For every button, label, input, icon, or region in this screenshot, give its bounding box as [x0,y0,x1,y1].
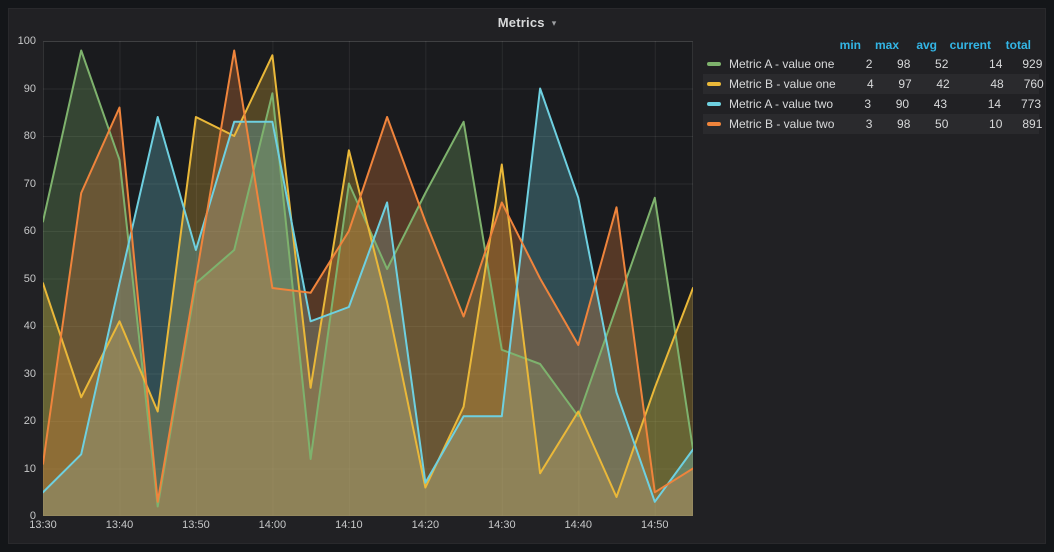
series-color-swatch-icon[interactable] [707,82,721,86]
legend-stat-avg: 42 [936,77,950,91]
legend-stat-min: 2 [865,57,873,71]
chart-svg [43,41,693,516]
legend-column-header-avg[interactable]: avg [899,38,937,52]
y-tick-label: 10 [23,462,36,475]
legend-header-row: min max avg current total [703,36,1039,54]
legend-table: min max avg current total Metric A - value on… [703,36,1044,134]
y-tick-label: 60 [23,225,36,237]
legend-stat-min: 3 [865,117,873,131]
legend-column-header-total[interactable]: total [991,38,1039,52]
legend-series-label[interactable]: Metric A - value one [703,57,834,71]
legend-stat-max: 97 [898,77,912,91]
x-tick-label: 14:20 [411,519,440,531]
legend-stat-total: 760 [1023,77,1044,91]
legend-stat-current: 48 [990,77,1004,91]
legend-column-header-max[interactable]: max [861,38,899,52]
panel-header[interactable]: Metrics ▾ [9,9,1045,35]
legend-row: Metric A - value two 3 90 43 14 773 [703,94,1041,114]
x-tick-label: 14:50 [640,519,669,531]
y-tick-label: 30 [23,367,36,380]
legend-stat-avg: 52 [935,57,949,71]
series-color-swatch-icon[interactable] [707,122,721,126]
y-tick-label: 90 [23,82,36,95]
y-tick-label: 100 [17,35,36,47]
legend-series-name[interactable]: Metric B - value one [729,77,836,91]
plot-area[interactable] [43,41,693,516]
x-tick-label: 14:40 [564,519,593,531]
legend-stat-total: 773 [1021,97,1042,111]
legend-series-label[interactable]: Metric B - value two [703,117,834,131]
y-tick-label: 80 [23,130,36,142]
legend-stat-current: 14 [989,57,1003,71]
x-tick-label: 13:30 [29,519,57,531]
legend-stat-current: 14 [987,97,1002,111]
legend-series-name[interactable]: Metric A - value two [729,97,833,111]
x-tick-label: 13:40 [105,519,134,531]
legend-row: Metric A - value one 2 98 52 14 929 [703,54,1042,74]
chevron-down-icon[interactable]: ▾ [552,16,557,29]
x-tick-label: 14:00 [258,519,287,531]
legend-stat-total: 891 [1022,117,1043,131]
legend-column-header-current[interactable]: current [937,38,991,52]
legend-row: Metric B - value one 4 97 42 48 760 [703,74,1044,94]
legend-series-name[interactable]: Metric A - value one [729,57,834,71]
x-tick-label: 14:10 [335,519,363,531]
legend-row: Metric B - value two 3 98 50 10 891 [703,114,1042,134]
graph-panel: Metrics ▾ 0 10 20 30 40 50 60 70 80 90 100 13:30 13… [8,8,1046,544]
legend-stat-max: 90 [895,97,910,111]
legend-stat-min: 4 [867,77,874,91]
legend-column-header-min[interactable]: min [823,38,861,52]
legend-stat-avg: 50 [935,117,949,131]
x-tick-label: 13:50 [182,519,210,531]
legend-series-label[interactable]: Metric B - value one [703,77,836,91]
legend-stat-max: 98 [897,57,911,71]
series-color-swatch-icon[interactable] [707,62,721,66]
x-axis-labels: 13:30 13:40 13:50 14:00 14:10 14:20 14:30 14:40… [29,519,703,535]
y-tick-label: 70 [23,177,36,190]
x-tick-label: 14:30 [488,519,516,531]
panel-title[interactable]: Metrics [498,15,545,30]
y-tick-label: 20 [23,415,36,427]
legend-series-label[interactable]: Metric A - value two [703,97,833,111]
legend-stat-current: 10 [989,117,1003,131]
y-axis-labels: 0 10 20 30 40 50 60 70 80 90 100 [9,35,39,522]
legend-stat-max: 98 [897,117,911,131]
y-tick-label: 40 [23,320,36,332]
legend-stat-min: 3 [864,97,872,111]
series-color-swatch-icon[interactable] [707,102,721,106]
y-tick-label: 50 [23,272,36,285]
legend-stat-avg: 43 [933,97,948,111]
legend-series-name[interactable]: Metric B - value two [729,117,834,131]
legend-stat-total: 929 [1022,57,1043,71]
